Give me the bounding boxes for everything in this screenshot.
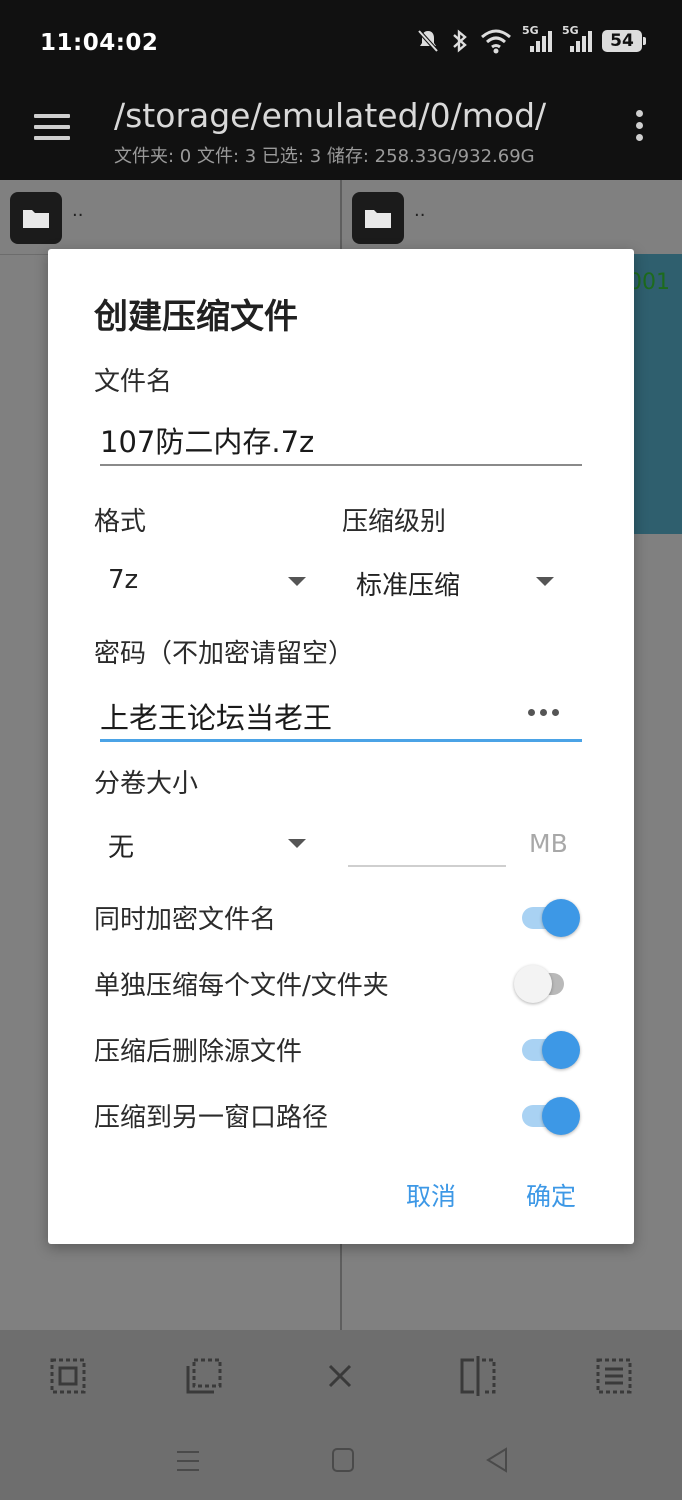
split-size-input[interactable]: [348, 823, 506, 863]
clock: 11:04:02: [40, 30, 159, 56]
list-select-icon[interactable]: [594, 1356, 634, 1396]
password-visibility-icon[interactable]: [528, 709, 559, 716]
create-archive-dialog: 创建压缩文件 文件名 107防二内存.7z 格式 压缩级别 7z 标准压缩 密码…: [48, 249, 634, 1244]
signal-2: 5G: [562, 24, 592, 54]
compress-separately-switch[interactable]: [504, 963, 566, 1003]
other-window-path-switch[interactable]: [518, 1095, 580, 1135]
level-select[interactable]: 标准压缩: [344, 559, 564, 603]
bottom-toolbar: [0, 1330, 682, 1500]
signal-icon: [530, 31, 552, 52]
password-label: 密码（不加密请留空）: [94, 639, 355, 669]
wifi-icon: [481, 29, 511, 54]
menu-icon[interactable]: [34, 114, 72, 144]
mute-icon: [417, 29, 439, 53]
format-select[interactable]: 7z: [94, 559, 314, 603]
option-row[interactable]: 同时加密文件名: [94, 895, 588, 941]
split-unit-label: MB: [529, 829, 568, 858]
cancel-button[interactable]: 取消: [406, 1177, 456, 1213]
status-bar: 11:04:02 5G 5G 54: [0, 0, 682, 88]
storage-info: 文件夹: 0 文件: 3 已选: 3 储存: 258.33G/932.69G: [114, 146, 535, 167]
confirm-button[interactable]: 确定: [526, 1177, 576, 1213]
home-icon[interactable]: [330, 1446, 356, 1474]
format-value: 7z: [108, 565, 139, 595]
encrypt-filenames-switch[interactable]: [518, 897, 580, 937]
split-view-icon[interactable]: [458, 1356, 498, 1396]
dropdown-caret-icon: [288, 839, 306, 848]
system-nav-bar: [0, 1442, 682, 1482]
bluetooth-icon: [453, 29, 467, 53]
current-path: /storage/emulated/0/mod/: [114, 96, 547, 135]
option-row[interactable]: 压缩后删除源文件: [94, 1027, 588, 1073]
format-label: 格式: [94, 507, 147, 537]
filename-label: 文件名: [94, 367, 173, 397]
signal-1: 5G: [522, 24, 552, 54]
folder-icon: [352, 192, 404, 244]
parent-folder-row[interactable]: ..: [10, 192, 83, 244]
folder-name: ..: [414, 199, 426, 221]
filename-input[interactable]: 107防二内存.7z: [100, 419, 314, 461]
battery-icon: 54: [602, 30, 646, 52]
app-bar: /storage/emulated/0/mod/ 文件夹: 0 文件: 3 已选…: [0, 88, 682, 180]
folder-name: ..: [72, 199, 84, 221]
folder-icon: [10, 192, 62, 244]
status-icons: 5G 5G 54: [416, 24, 646, 54]
dropdown-caret-icon: [536, 577, 554, 586]
select-range-icon[interactable]: [184, 1356, 224, 1396]
password-underline: [100, 739, 582, 742]
back-icon[interactable]: [484, 1446, 512, 1474]
split-size-underline: [348, 865, 506, 867]
delete-source-switch[interactable]: [518, 1029, 580, 1069]
close-icon[interactable]: [320, 1356, 360, 1396]
parent-folder-row[interactable]: ..: [352, 192, 425, 244]
option-row[interactable]: 单独压缩每个文件/文件夹: [94, 961, 588, 1007]
dialog-title: 创建压缩文件: [94, 297, 298, 337]
option-row[interactable]: 压缩到另一窗口路径: [94, 1093, 588, 1139]
dropdown-caret-icon: [288, 577, 306, 586]
password-input[interactable]: 上老王论坛当老王: [100, 695, 332, 737]
signal-icon: [570, 31, 592, 52]
split-value: 无: [108, 833, 135, 863]
option-label: 单独压缩每个文件/文件夹: [94, 971, 389, 1001]
split-select[interactable]: 无: [94, 821, 314, 865]
file-name-suffix: 001: [628, 270, 670, 295]
option-label: 压缩后删除源文件: [94, 1037, 303, 1067]
split-label: 分卷大小: [94, 769, 199, 799]
option-label: 同时加密文件名: [94, 905, 277, 935]
recents-icon[interactable]: [174, 1448, 202, 1474]
level-label: 压缩级别: [342, 507, 447, 537]
select-all-icon[interactable]: [48, 1356, 88, 1396]
more-options-icon[interactable]: [634, 110, 644, 150]
option-label: 压缩到另一窗口路径: [94, 1103, 329, 1133]
level-value: 标准压缩: [356, 571, 461, 601]
filename-underline: [100, 464, 582, 466]
